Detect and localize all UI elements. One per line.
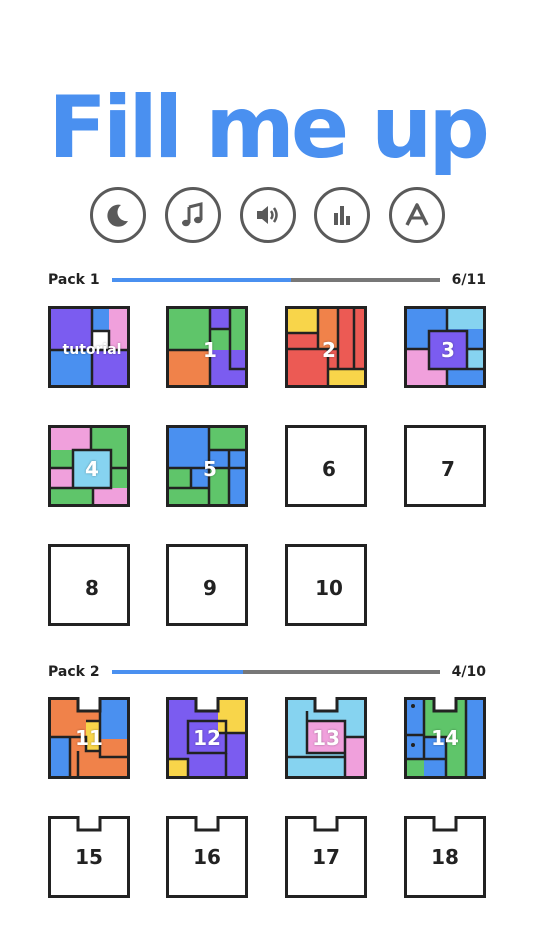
level-thumbnail bbox=[169, 309, 245, 385]
level-label: 9 bbox=[203, 576, 217, 600]
pack-progress-fill bbox=[112, 278, 291, 282]
stats-button[interactable] bbox=[314, 187, 371, 243]
letter-a-icon bbox=[405, 203, 429, 226]
level-thumbnail bbox=[288, 309, 364, 385]
pack-progress-bar bbox=[112, 278, 440, 282]
level-outline bbox=[285, 816, 367, 898]
level-tile[interactable]: 3 bbox=[404, 306, 486, 388]
level-tile[interactable]: 11 bbox=[48, 697, 130, 779]
level-tile[interactable]: 15 bbox=[48, 816, 130, 898]
level-tile[interactable]: 12 bbox=[166, 697, 248, 779]
level-tile[interactable]: 16 bbox=[166, 816, 248, 898]
level-label: 8 bbox=[85, 576, 99, 600]
pack-name: Pack 2 bbox=[48, 664, 100, 680]
level-thumbnail bbox=[51, 309, 127, 385]
level-outline bbox=[166, 816, 248, 898]
level-thumbnail bbox=[51, 428, 127, 504]
level-label: 6 bbox=[322, 457, 336, 481]
music-button[interactable] bbox=[164, 187, 221, 243]
level-thumbnail bbox=[285, 697, 367, 779]
level-tile[interactable]: 5 bbox=[166, 425, 248, 507]
level-tile[interactable]: 2 bbox=[285, 306, 367, 388]
level-label: 7 bbox=[441, 457, 455, 481]
level-label: 10 bbox=[315, 576, 343, 600]
level-tile[interactable]: 14 bbox=[404, 697, 486, 779]
sound-button[interactable] bbox=[239, 187, 296, 243]
pack-progress-fill bbox=[112, 670, 244, 674]
level-tile[interactable]: 17 bbox=[285, 816, 367, 898]
level-thumbnail bbox=[407, 309, 483, 385]
level-tile[interactable]: 13 bbox=[285, 697, 367, 779]
level-tile[interactable]: 10 bbox=[285, 544, 367, 626]
level-thumbnail bbox=[404, 697, 486, 779]
level-tile[interactable]: 18 bbox=[404, 816, 486, 898]
pack-progress-bar bbox=[112, 670, 440, 674]
level-tile[interactable]: 7 bbox=[404, 425, 486, 507]
bar-chart-icon bbox=[334, 206, 351, 225]
theme-button[interactable] bbox=[90, 187, 146, 243]
game-title: Fill me up bbox=[48, 78, 490, 178]
level-tile[interactable]: 4 bbox=[48, 425, 130, 507]
level-tile[interactable]: 1 bbox=[166, 306, 248, 388]
toolbar bbox=[90, 187, 445, 245]
level-tile[interactable]: 6 bbox=[285, 425, 367, 507]
level-thumbnail bbox=[48, 697, 130, 779]
pack-count: 6/11 bbox=[451, 272, 486, 288]
about-button[interactable] bbox=[389, 187, 445, 243]
level-tile[interactable]: 9 bbox=[166, 544, 248, 626]
level-outline bbox=[404, 816, 486, 898]
moon-icon bbox=[107, 204, 128, 227]
level-tile[interactable]: 8 bbox=[48, 544, 130, 626]
speaker-icon bbox=[256, 206, 278, 224]
pack-name: Pack 1 bbox=[48, 272, 100, 288]
level-thumbnail bbox=[169, 428, 245, 504]
music-note-icon bbox=[181, 202, 203, 227]
pack-1-header: Pack 1 6/11 bbox=[48, 270, 486, 290]
level-thumbnail bbox=[166, 697, 248, 779]
pack-count: 4/10 bbox=[451, 664, 486, 680]
pack-2-header: Pack 2 4/10 bbox=[48, 662, 486, 682]
level-outline bbox=[48, 816, 130, 898]
level-tile[interactable]: tutorial bbox=[48, 306, 130, 388]
